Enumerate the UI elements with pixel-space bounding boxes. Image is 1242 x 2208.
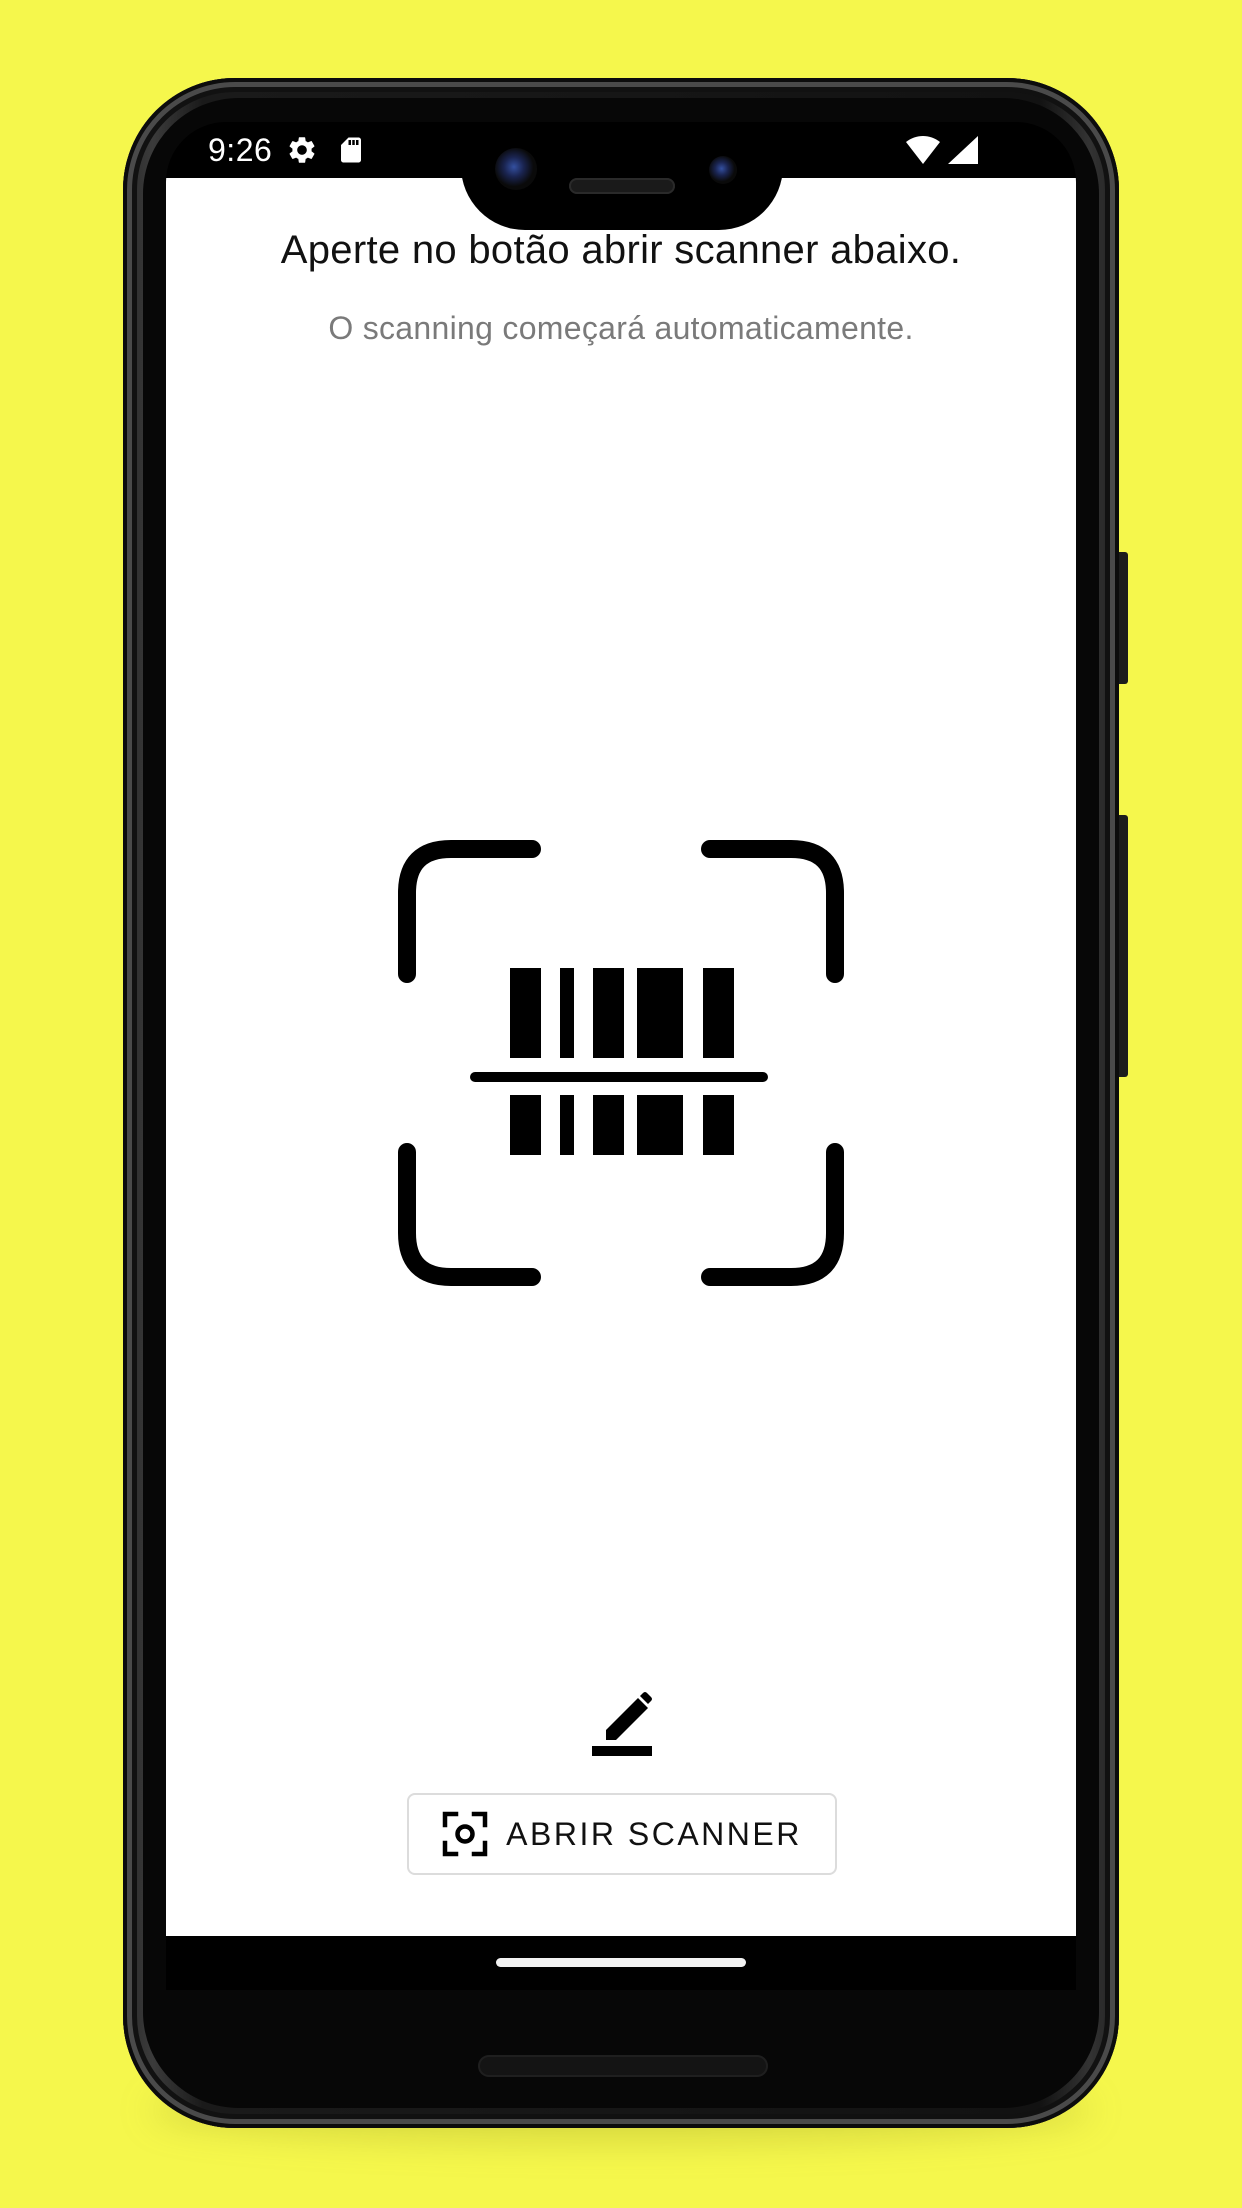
home-gesture-handle[interactable]: [496, 1958, 746, 1967]
barcode-scan-icon: [398, 840, 844, 1291]
sd-card-icon: [336, 134, 366, 171]
camera-notch: [461, 122, 783, 230]
gear-icon: [286, 134, 318, 171]
front-camera: [495, 148, 537, 190]
page-title: Aperte no botão abrir scanner abaixo.: [280, 228, 962, 272]
wifi-icon: [906, 136, 940, 169]
open-scanner-label: ABRIR SCANNER: [506, 1815, 802, 1852]
status-time: 9:26: [208, 132, 273, 168]
signal-icon: [948, 136, 978, 169]
front-sensor: [709, 156, 737, 184]
edit-pencil-icon[interactable]: [590, 1688, 654, 1761]
camera-focus-icon: [442, 1811, 488, 1857]
earpiece-speaker: [569, 178, 675, 194]
bottom-speaker: [478, 2055, 768, 2077]
page-subtitle: O scanning começará automaticamente.: [328, 310, 914, 346]
open-scanner-button[interactable]: ABRIR SCANNER: [407, 1793, 837, 1875]
